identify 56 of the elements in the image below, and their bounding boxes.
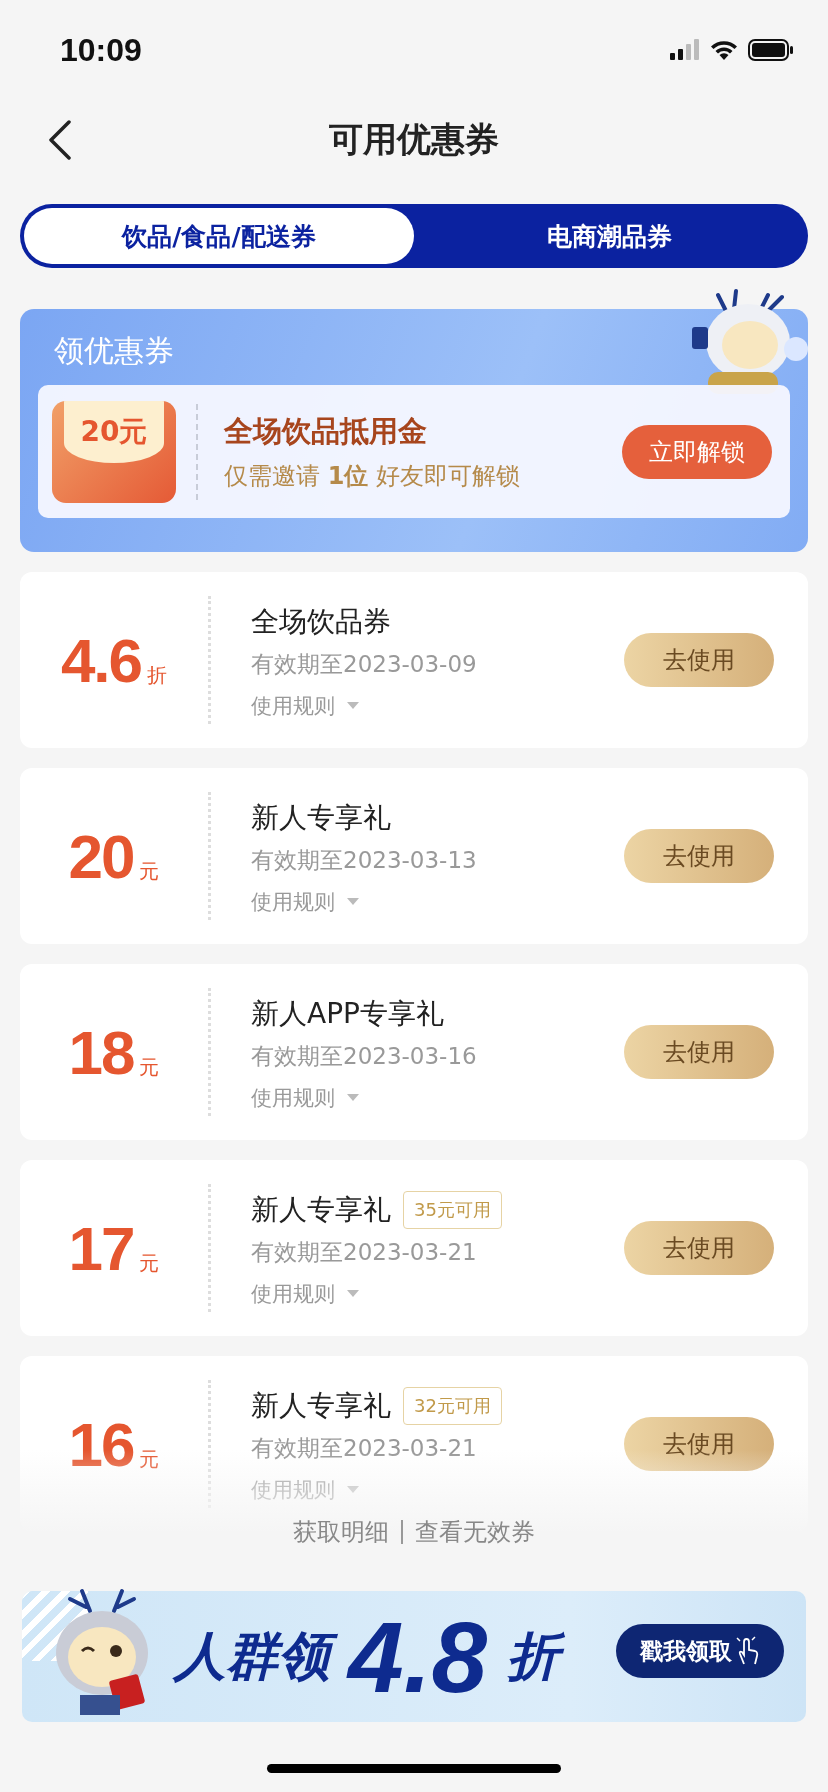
coupon-unit: 折 <box>147 661 168 689</box>
rules-toggle[interactable]: 使用规则 <box>251 691 624 720</box>
coupon-amount: 4.6 <box>60 624 142 696</box>
footer-link[interactable]: 获取明细 <box>293 1516 389 1548</box>
tab[interactable]: 饮品/食品/配送券 <box>24 208 414 264</box>
claim-button[interactable]: 戳我领取 <box>616 1624 784 1678</box>
coupon-name: 全场饮品券 <box>251 603 391 640</box>
coupon-amount: 20 <box>68 820 134 892</box>
promo-subtitle: 仅需邀请 1位 好友即可解锁 <box>224 460 521 492</box>
wifi-icon <box>710 39 738 61</box>
validity-date: 有效期至2023-03-16 <box>251 1041 478 1071</box>
validity-date: 有效期至2023-03-21 <box>251 1237 478 1267</box>
banner-slogan: 人群领 <box>172 1618 340 1695</box>
banner-unit: 折 <box>505 1618 569 1695</box>
status-time: 10:09 <box>60 31 142 69</box>
coupon-unit: 元 <box>139 1249 160 1277</box>
threshold-tag: 32元可用 <box>403 1386 502 1425</box>
signal-icon <box>670 39 700 61</box>
caret-icon <box>347 701 359 710</box>
promo-title: 全场饮品抵用金 <box>224 412 428 450</box>
coupon-unit: 元 <box>139 1445 160 1473</box>
coupon-name: 新人专享礼 <box>251 799 391 836</box>
footer-link[interactable]: 查看无效券 <box>415 1516 535 1548</box>
tap-hand-icon <box>734 1636 760 1666</box>
threshold-tag: 35元可用 <box>403 1190 502 1229</box>
coupon-amount: 16 <box>68 1408 134 1480</box>
caret-icon <box>347 1093 359 1102</box>
caret-icon <box>347 897 359 906</box>
rules-toggle[interactable]: 使用规则 <box>251 1279 624 1308</box>
validity-date: 有效期至2023-03-21 <box>251 1433 478 1463</box>
back-icon[interactable] <box>48 120 72 160</box>
validity-date: 有效期至2023-03-09 <box>251 649 478 679</box>
coupon-amount: 17 <box>68 1212 134 1284</box>
caret-icon <box>347 1485 359 1494</box>
use-button[interactable]: 去使用 <box>624 829 774 883</box>
use-button[interactable]: 去使用 <box>624 1025 774 1079</box>
voucher-value: 20元 <box>80 413 148 450</box>
use-button[interactable]: 去使用 <box>624 1221 774 1275</box>
use-button[interactable]: 去使用 <box>624 633 774 687</box>
coupon-name: 新人专享礼 <box>251 1191 391 1228</box>
caret-icon <box>347 1289 359 1298</box>
promo-heading: 领优惠券 <box>54 332 175 370</box>
coupon-amount: 18 <box>68 1016 134 1088</box>
use-button[interactable]: 去使用 <box>624 1417 774 1471</box>
unlock-button[interactable]: 立即解锁 <box>622 424 772 479</box>
coupon-name: 新人APP专享礼 <box>251 995 444 1032</box>
coupon-unit: 元 <box>139 857 160 885</box>
rules-toggle[interactable]: 使用规则 <box>251 887 624 916</box>
page-title: 可用优惠券 <box>329 118 499 161</box>
banner-discount: 4.8 <box>345 1599 488 1715</box>
coupon-unit: 元 <box>139 1053 160 1081</box>
rules-toggle[interactable]: 使用规则 <box>251 1083 624 1112</box>
battery-icon <box>748 39 794 61</box>
coupon-name: 新人专享礼 <box>251 1387 391 1424</box>
validity-date: 有效期至2023-03-13 <box>251 845 478 875</box>
tab[interactable]: 电商潮品券 <box>414 208 804 264</box>
